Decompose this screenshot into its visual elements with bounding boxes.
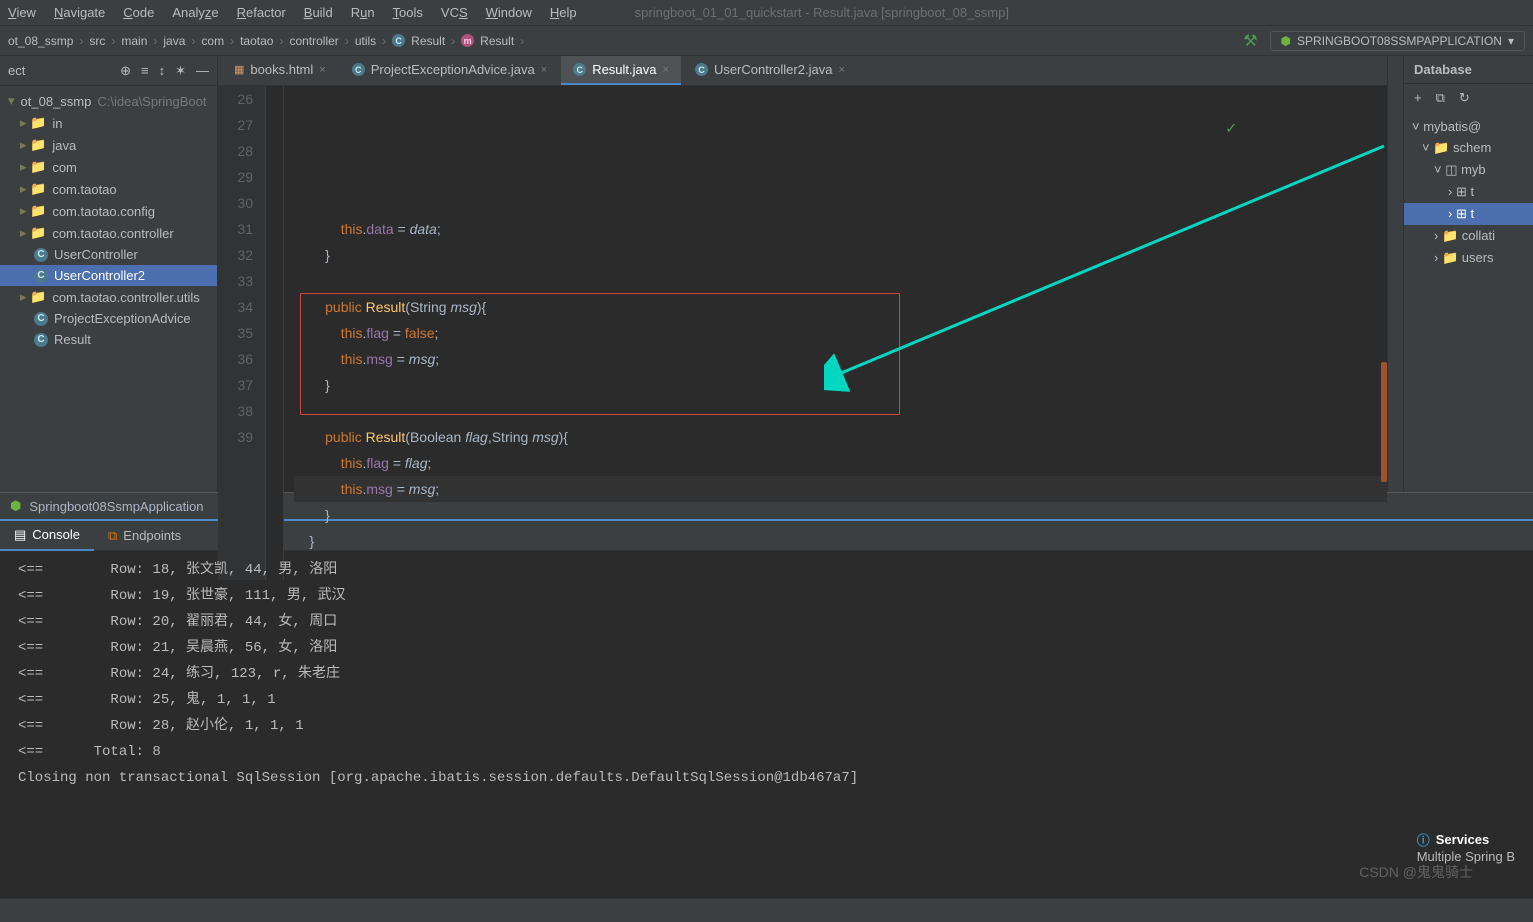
project-item[interactable]: ▸ 📁com.taotao.controller.utils — [0, 286, 217, 308]
spring-icon: ⬢ — [10, 498, 21, 514]
crumb[interactable]: Result — [411, 34, 445, 48]
menu-item[interactable]: Code — [123, 5, 154, 20]
db-item[interactable]: › 📁 users — [1404, 247, 1533, 269]
notification[interactable]: ⓘ Services Multiple Spring B — [1403, 822, 1529, 872]
window-title: springboot_01_01_quickstart - Result.jav… — [635, 5, 1009, 20]
right-gutter — [1387, 56, 1403, 492]
tab-endpoints[interactable]: ⧉ Endpoints — [94, 522, 195, 550]
crumb[interactable]: src — [89, 34, 105, 48]
project-item[interactable]: ▾ot_08_ssmp C:\idea\SpringBoot — [0, 90, 217, 112]
run-tool-window: ⬢ Springboot08SsmpApplication × ▤ Consol… — [0, 492, 1533, 922]
console-output[interactable]: <== Row: 18, 张文凯, 44, 男, 洛阳 <== Row: 19,… — [0, 551, 1533, 922]
project-view-label[interactable]: ect — [8, 63, 25, 78]
project-item[interactable]: ▸ 📁in — [0, 112, 217, 134]
target-icon[interactable]: ⊕ — [120, 63, 131, 79]
menu-item[interactable]: Build — [304, 5, 333, 20]
info-icon: ⓘ — [1417, 830, 1430, 849]
build-icon[interactable]: ⚒ — [1243, 31, 1257, 51]
menu-item[interactable]: Refactor — [237, 5, 286, 20]
run-header-title: Springboot08SsmpApplication — [29, 499, 203, 514]
breadcrumbs: ot_08_ssmp› src› main› java› com› taotao… — [8, 34, 524, 48]
collapse-icon[interactable]: ↕ — [159, 63, 166, 78]
editor-tab[interactable]: CUserController2.java× — [683, 56, 857, 85]
menu-item[interactable]: Run — [351, 5, 375, 20]
menu-item[interactable]: Window — [486, 5, 532, 20]
crumb[interactable]: main — [121, 34, 147, 48]
hide-icon[interactable]: — — [196, 63, 209, 78]
project-item[interactable]: CResult — [0, 329, 217, 350]
tab-console[interactable]: ▤ Console — [0, 521, 94, 551]
db-item[interactable]: ˅ mybatis@ — [1404, 116, 1533, 137]
project-item[interactable]: CProjectExceptionAdvice — [0, 308, 217, 329]
menu-item[interactable]: Analyze — [172, 5, 218, 20]
console-icon: ▤ — [14, 527, 26, 543]
run-config-label: SPRINGBOOT08SSMPAPPLICATION — [1297, 34, 1502, 48]
flatten-icon[interactable]: ≡ — [141, 63, 149, 78]
crumb[interactable]: controller — [289, 34, 338, 48]
close-icon[interactable]: × — [838, 64, 844, 76]
crumb[interactable]: Result — [480, 34, 514, 48]
chevron-down-icon: ▾ — [1508, 34, 1514, 48]
tab-label: Console — [32, 527, 80, 542]
inspection-ok-icon[interactable]: ✓ — [1225, 120, 1237, 137]
navbar: ot_08_ssmp› src› main› java› com› taotao… — [0, 26, 1533, 56]
crumb[interactable]: utils — [355, 34, 376, 48]
database-sidebar: Database + ⧉ ↻ ˅ mybatis@˅ 📁 schem˅ ◫ my… — [1403, 56, 1533, 492]
statusbar — [0, 898, 1533, 922]
menu-item[interactable]: Tools — [393, 5, 423, 20]
notif-title: Services — [1436, 832, 1490, 847]
menu-item[interactable]: Help — [550, 5, 577, 20]
db-item[interactable]: › 📁 collati — [1404, 225, 1533, 247]
project-item[interactable]: ▸ 📁com — [0, 156, 217, 178]
project-item[interactable]: ▸ 📁com.taotao — [0, 178, 217, 200]
project-item[interactable]: ▸ 📁com.taotao.controller — [0, 222, 217, 244]
project-item[interactable]: CUserController — [0, 244, 217, 265]
editor-tab[interactable]: CResult.java× — [561, 56, 681, 85]
method-icon: m — [461, 34, 474, 47]
db-item[interactable]: › ⊞ t — [1404, 181, 1533, 203]
crumb[interactable]: com — [201, 34, 224, 48]
class-icon: C — [392, 34, 405, 47]
crumb[interactable]: ot_08_ssmp — [8, 34, 73, 48]
close-icon[interactable]: × — [663, 64, 669, 76]
close-icon[interactable]: × — [319, 64, 325, 76]
editor-tab[interactable]: ▦books.html× — [222, 56, 338, 85]
menu-item[interactable]: Navigate — [54, 5, 105, 20]
copy-icon[interactable]: ⧉ — [1436, 90, 1445, 106]
editor-tab[interactable]: CProjectExceptionAdvice.java× — [340, 56, 559, 85]
db-item[interactable]: › ⊞ t — [1404, 203, 1533, 225]
run-config-dropdown[interactable]: ⬢ SPRINGBOOT08SSMPAPPLICATION ▾ — [1270, 31, 1525, 51]
code-editor[interactable]: 2627282930313233343536373839 this.data =… — [218, 86, 1387, 580]
refresh-icon[interactable]: ↻ — [1459, 90, 1470, 106]
add-icon[interactable]: + — [1414, 90, 1422, 106]
tab-label: Endpoints — [123, 528, 181, 543]
project-item[interactable]: ▸ 📁java — [0, 134, 217, 156]
notif-body: Multiple Spring B — [1417, 849, 1515, 864]
crumb[interactable]: java — [163, 34, 185, 48]
project-item[interactable]: CUserController2 — [0, 265, 217, 286]
spring-icon: ⬢ — [1281, 34, 1291, 48]
db-item[interactable]: ˅ ◫ myb — [1404, 159, 1533, 181]
db-item[interactable]: ˅ 📁 schem — [1404, 137, 1533, 159]
editor-tabs: ▦books.html×CProjectExceptionAdvice.java… — [218, 56, 1387, 86]
crumb[interactable]: taotao — [240, 34, 273, 48]
gear-icon[interactable]: ✶ — [175, 63, 186, 79]
menu-item[interactable]: VCS — [441, 5, 468, 20]
menubar: View Navigate Code Analyze Refactor Buil… — [0, 0, 1533, 26]
project-sidebar: ect ⊕ ≡ ↕ ✶ — ▾ot_08_ssmp C:\idea\Spring… — [0, 56, 218, 492]
database-title: Database — [1404, 56, 1533, 84]
project-item[interactable]: ▸ 📁com.taotao.config — [0, 200, 217, 222]
menu-item[interactable]: View — [8, 5, 36, 20]
endpoints-icon: ⧉ — [108, 528, 117, 544]
scrollbar-marker[interactable] — [1381, 362, 1387, 482]
close-icon[interactable]: × — [541, 64, 547, 76]
